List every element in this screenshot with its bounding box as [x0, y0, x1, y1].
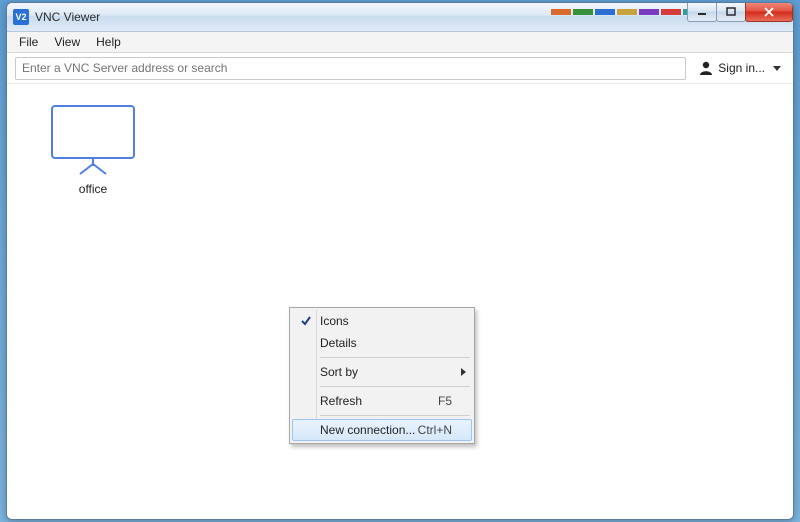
- connection-label: office: [33, 182, 153, 196]
- chevron-down-icon: [773, 66, 781, 71]
- minimize-button[interactable]: [687, 2, 717, 22]
- context-menu-item[interactable]: Icons: [292, 310, 472, 332]
- context-menu-accelerator: F5: [438, 394, 452, 408]
- submenu-arrow-icon: [461, 368, 466, 376]
- titlebar[interactable]: V2 VNC Viewer: [7, 3, 793, 32]
- menu-file[interactable]: File: [11, 32, 46, 52]
- person-icon: [698, 60, 714, 76]
- monitor-icon: [33, 104, 153, 176]
- menu-help[interactable]: Help: [88, 32, 129, 52]
- context-menu-item[interactable]: Sort by: [292, 361, 472, 383]
- app-icon: V2: [13, 9, 29, 25]
- context-menu-separator: [320, 415, 470, 416]
- context-menu: Icons Details Sort by Refresh F5 New connecti…: [289, 307, 475, 444]
- context-menu-item[interactable]: New connection...Ctrl+N: [292, 419, 472, 441]
- window-controls: [688, 2, 793, 22]
- address-input[interactable]: [15, 57, 686, 80]
- context-menu-item[interactable]: Refresh F5: [292, 390, 472, 412]
- app-window: V2 VNC Viewer File View Help: [6, 2, 794, 520]
- titlebar-color-strip: [551, 9, 703, 15]
- context-menu-accelerator: Ctrl+N: [418, 423, 452, 437]
- close-button[interactable]: [745, 2, 793, 22]
- context-menu-separator: [320, 357, 470, 358]
- client-area[interactable]: office Icons Details Sort by Refresh F5 New c…: [7, 84, 793, 520]
- context-menu-label: Refresh: [320, 394, 362, 408]
- check-icon: [298, 313, 314, 329]
- desktop-background: V2 VNC Viewer File View Help: [0, 0, 800, 522]
- context-menu-item[interactable]: Details: [292, 332, 472, 354]
- menubar: File View Help: [7, 32, 793, 53]
- menu-view[interactable]: View: [46, 32, 88, 52]
- context-menu-label: Details: [320, 336, 357, 350]
- context-menu-label: New connection...: [320, 423, 415, 437]
- sign-in-label: Sign in...: [718, 61, 765, 75]
- toolbar: Sign in...: [7, 53, 793, 84]
- sign-in-button[interactable]: Sign in...: [694, 58, 785, 78]
- maximize-button[interactable]: [716, 2, 746, 22]
- window-title: VNC Viewer: [35, 10, 100, 24]
- context-menu-label: Sort by: [320, 365, 358, 379]
- context-menu-separator: [320, 386, 470, 387]
- connection-item[interactable]: office: [33, 104, 153, 196]
- context-menu-label: Icons: [320, 314, 349, 328]
